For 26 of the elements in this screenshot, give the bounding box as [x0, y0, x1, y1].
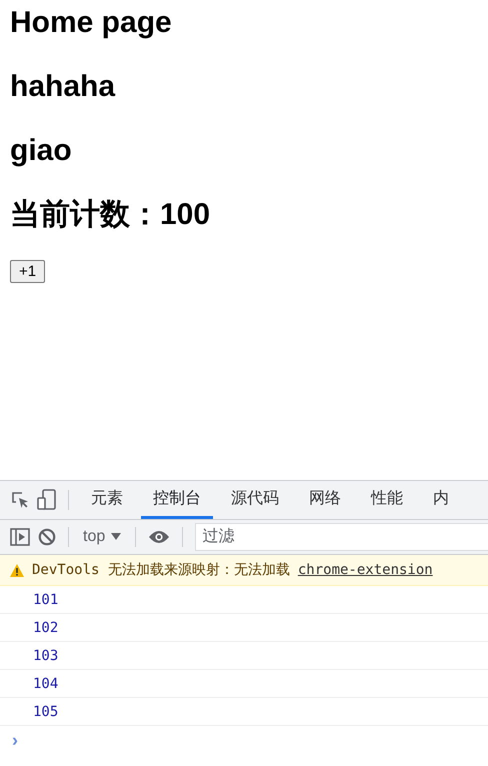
clear-icon[interactable]: [38, 528, 56, 546]
increment-button[interactable]: +1: [10, 260, 46, 283]
context-select[interactable]: top: [81, 528, 124, 546]
devtools-tab[interactable]: 元素: [79, 481, 135, 519]
sidebar-icon[interactable]: [10, 528, 30, 546]
warning-link[interactable]: chrome-extension: [298, 562, 433, 578]
heading: hahaha: [10, 70, 116, 104]
devtools-tab[interactable]: 源代码: [219, 481, 291, 519]
inspect-icon[interactable]: [10, 490, 30, 510]
warning-message: DevTools 无法加载来源映射：无法加载: [32, 561, 290, 579]
log-value: 105: [33, 704, 58, 720]
device-icon[interactable]: [36, 489, 58, 511]
filter-field[interactable]: 过滤: [195, 523, 488, 551]
log-value: 102: [33, 620, 58, 636]
log-value: 104: [33, 676, 58, 692]
log-value: 103: [33, 648, 58, 664]
page-title: Home page: [10, 6, 173, 40]
devtools-tab[interactable]: 性能: [359, 481, 415, 519]
log-value: 101: [33, 592, 58, 608]
eye-icon[interactable]: [148, 530, 170, 544]
warning-icon: [10, 564, 24, 576]
devtools-tab[interactable]: 网络: [297, 481, 353, 519]
caret-icon: [111, 533, 122, 541]
heading: giao: [10, 134, 73, 168]
heading: 当前计数：100: [10, 198, 212, 232]
devtools-tab[interactable]: 内: [421, 481, 461, 519]
